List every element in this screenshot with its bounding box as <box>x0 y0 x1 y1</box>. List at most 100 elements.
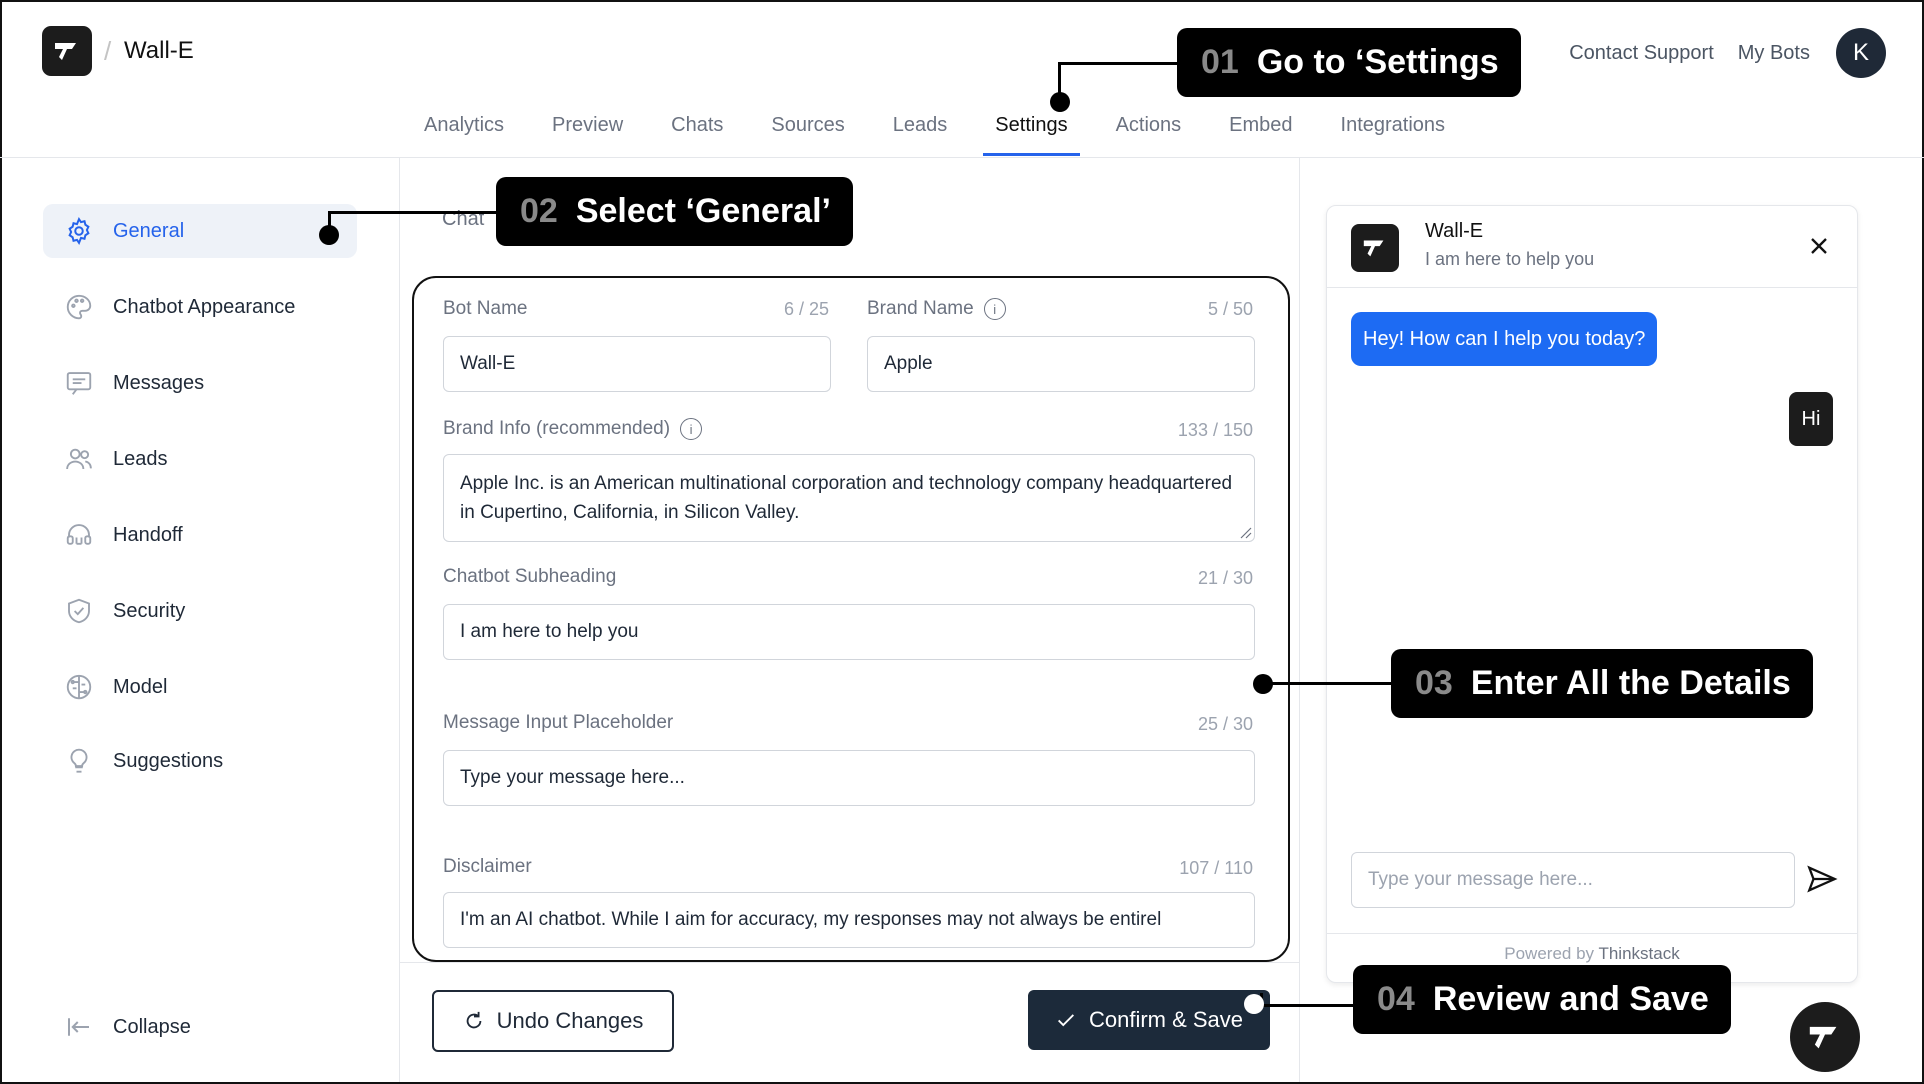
callout-step-04: 04 Review and Save <box>1353 965 1731 1034</box>
brand-info-text: Apple Inc. is an American multinational … <box>460 473 1233 523</box>
users-icon <box>63 443 95 475</box>
chat-footer-divider <box>1327 933 1857 934</box>
callout-step-02: 02 Select ‘General’ <box>496 177 853 246</box>
callout-number: 01 <box>1201 43 1239 81</box>
breadcrumb-bot-name[interactable]: Wall-E <box>124 37 194 65</box>
user-message-bubble: Hi <box>1789 392 1833 446</box>
contact-support-link[interactable]: Contact Support <box>1569 42 1714 65</box>
powered-by-text: Powered by Thinkstack <box>1327 944 1857 964</box>
my-bots-link[interactable]: My Bots <box>1738 42 1810 65</box>
sidebar-item-label: Chatbot Appearance <box>113 295 296 318</box>
sidebar-item-label: Messages <box>113 371 205 394</box>
sidebar-item-suggestions[interactable]: Suggestions <box>43 734 357 788</box>
palette-icon <box>63 291 95 323</box>
tab-analytics[interactable]: Analytics <box>412 108 516 156</box>
sidebar-item-handoff[interactable]: Handoff <box>43 508 357 562</box>
message-icon <box>63 367 95 399</box>
settings-tabs: Analytics Preview Chats Sources Leads Se… <box>412 108 1481 156</box>
sidebar-item-chatbot-appearance[interactable]: Chatbot Appearance <box>43 280 357 334</box>
callout-text: Go to ‘Settings <box>1256 43 1499 81</box>
powered-by-brand[interactable]: Thinkstack <box>1598 944 1679 963</box>
tab-leads[interactable]: Leads <box>881 108 960 156</box>
tab-chats[interactable]: Chats <box>659 108 735 156</box>
info-icon[interactable]: i <box>983 298 1006 320</box>
subheading-label: Chatbot Subheading <box>443 566 617 587</box>
chat-message-input[interactable]: Type your message here... <box>1351 852 1795 908</box>
gear-icon <box>63 215 95 247</box>
brand-name-label: Brand Name i <box>867 298 1006 320</box>
form-footer-divider <box>400 962 1300 963</box>
disclaimer-label: Disclaimer <box>443 856 532 877</box>
sidebar-item-label: Model <box>113 675 168 698</box>
sidebar-item-security[interactable]: Security <box>43 584 357 638</box>
callout-pointer-dot <box>1253 674 1273 694</box>
chat-subheading: I am here to help you <box>1425 249 1595 269</box>
info-icon[interactable]: i <box>680 418 703 440</box>
sidebar-item-label: Security <box>113 599 186 622</box>
check-icon <box>1057 1014 1074 1027</box>
confirm-save-button[interactable]: Confirm & Save <box>1028 990 1270 1050</box>
breadcrumb-separator: / <box>104 36 112 66</box>
bot-message-bubble: Hey! How can I help you today? <box>1351 312 1658 366</box>
general-settings-form: Chat Bot Name 6 / 25 Wall-E Brand Name i… <box>400 158 1300 1082</box>
brand-name-input[interactable]: Apple <box>867 336 1255 392</box>
bot-logo-icon <box>1351 224 1399 272</box>
headset-icon <box>63 519 95 551</box>
tab-settings[interactable]: Settings <box>983 108 1080 156</box>
callout-number: 04 <box>1377 980 1415 1018</box>
sidebar-item-label: General <box>113 219 185 242</box>
callout-connector <box>1262 682 1392 685</box>
callout-pointer-dot <box>319 225 339 245</box>
bot-name-label: Bot Name <box>443 298 528 319</box>
settings-sidebar: General Chatbot Appearance Messages Lead… <box>0 158 400 1082</box>
bot-name-count: 6 / 25 <box>783 299 829 319</box>
tab-sources[interactable]: Sources <box>759 108 856 156</box>
sidebar-item-model[interactable]: Model <box>43 660 357 714</box>
sidebar-item-general[interactable]: General <box>43 204 357 258</box>
shield-icon <box>63 595 95 627</box>
send-icon[interactable] <box>1805 862 1839 896</box>
app-header: / Wall-E Contact Support My Bots K Analy… <box>0 0 1924 158</box>
chat-bot-name: Wall-E <box>1425 220 1484 242</box>
callout-step-03: 03 Enter All the Details <box>1391 649 1813 718</box>
brand-info-count: 133 / 150 <box>1177 420 1253 440</box>
callout-number: 03 <box>1415 664 1453 702</box>
chat-preview-header: Wall-E I am here to help you <box>1327 206 1857 288</box>
tab-embed[interactable]: Embed <box>1217 108 1304 156</box>
bot-name-input[interactable]: Wall-E <box>443 336 831 392</box>
thinkstack-logo-icon[interactable] <box>42 26 92 76</box>
sidebar-item-leads[interactable]: Leads <box>43 432 357 486</box>
resize-grip-icon[interactable] <box>1238 525 1252 539</box>
callout-pointer-dot <box>1244 994 1264 1014</box>
callout-text: Review and Save <box>1432 980 1709 1018</box>
undo-changes-button[interactable]: Undo Changes <box>432 990 674 1052</box>
subheading-count: 21 / 30 <box>1197 568 1253 588</box>
refresh-icon <box>466 1011 481 1029</box>
chat-launcher-button[interactable] <box>1790 1002 1860 1072</box>
tab-integrations[interactable]: Integrations <box>1329 108 1458 156</box>
brand-name-label-text: Brand Name <box>867 298 974 319</box>
callout-connector <box>1262 1004 1354 1007</box>
disclaimer-input[interactable]: I'm an AI chatbot. While I aim for accur… <box>443 892 1255 948</box>
avatar[interactable]: K <box>1836 28 1886 78</box>
close-icon[interactable] <box>1805 232 1833 260</box>
subheading-input[interactable]: I am here to help you <box>443 604 1255 660</box>
brand-name-count: 5 / 50 <box>1207 299 1253 319</box>
undo-changes-label: Undo Changes <box>496 1008 644 1033</box>
message-placeholder-count: 25 / 30 <box>1197 714 1253 734</box>
thinkstack-logo-icon <box>1809 1026 1837 1049</box>
sidebar-item-messages[interactable]: Messages <box>43 356 357 410</box>
tab-actions[interactable]: Actions <box>1104 108 1194 156</box>
callout-connector <box>1058 62 1178 65</box>
tab-preview[interactable]: Preview <box>540 108 635 156</box>
callout-step-01: 01 Go to ‘Settings <box>1177 28 1521 97</box>
message-placeholder-input[interactable]: Type your message here... <box>443 750 1255 806</box>
collapse-sidebar-button[interactable]: Collapse <box>43 1000 357 1054</box>
message-placeholder-label: Message Input Placeholder <box>443 712 674 733</box>
sidebar-item-label: Handoff <box>113 523 183 546</box>
top-links: Contact Support My Bots K <box>1569 28 1886 78</box>
callout-pointer-dot <box>1050 92 1070 112</box>
callout-text: Select ‘General’ <box>575 192 831 230</box>
callout-connector <box>330 211 497 214</box>
brand-info-textarea[interactable]: Apple Inc. is an American multinational … <box>443 454 1255 542</box>
